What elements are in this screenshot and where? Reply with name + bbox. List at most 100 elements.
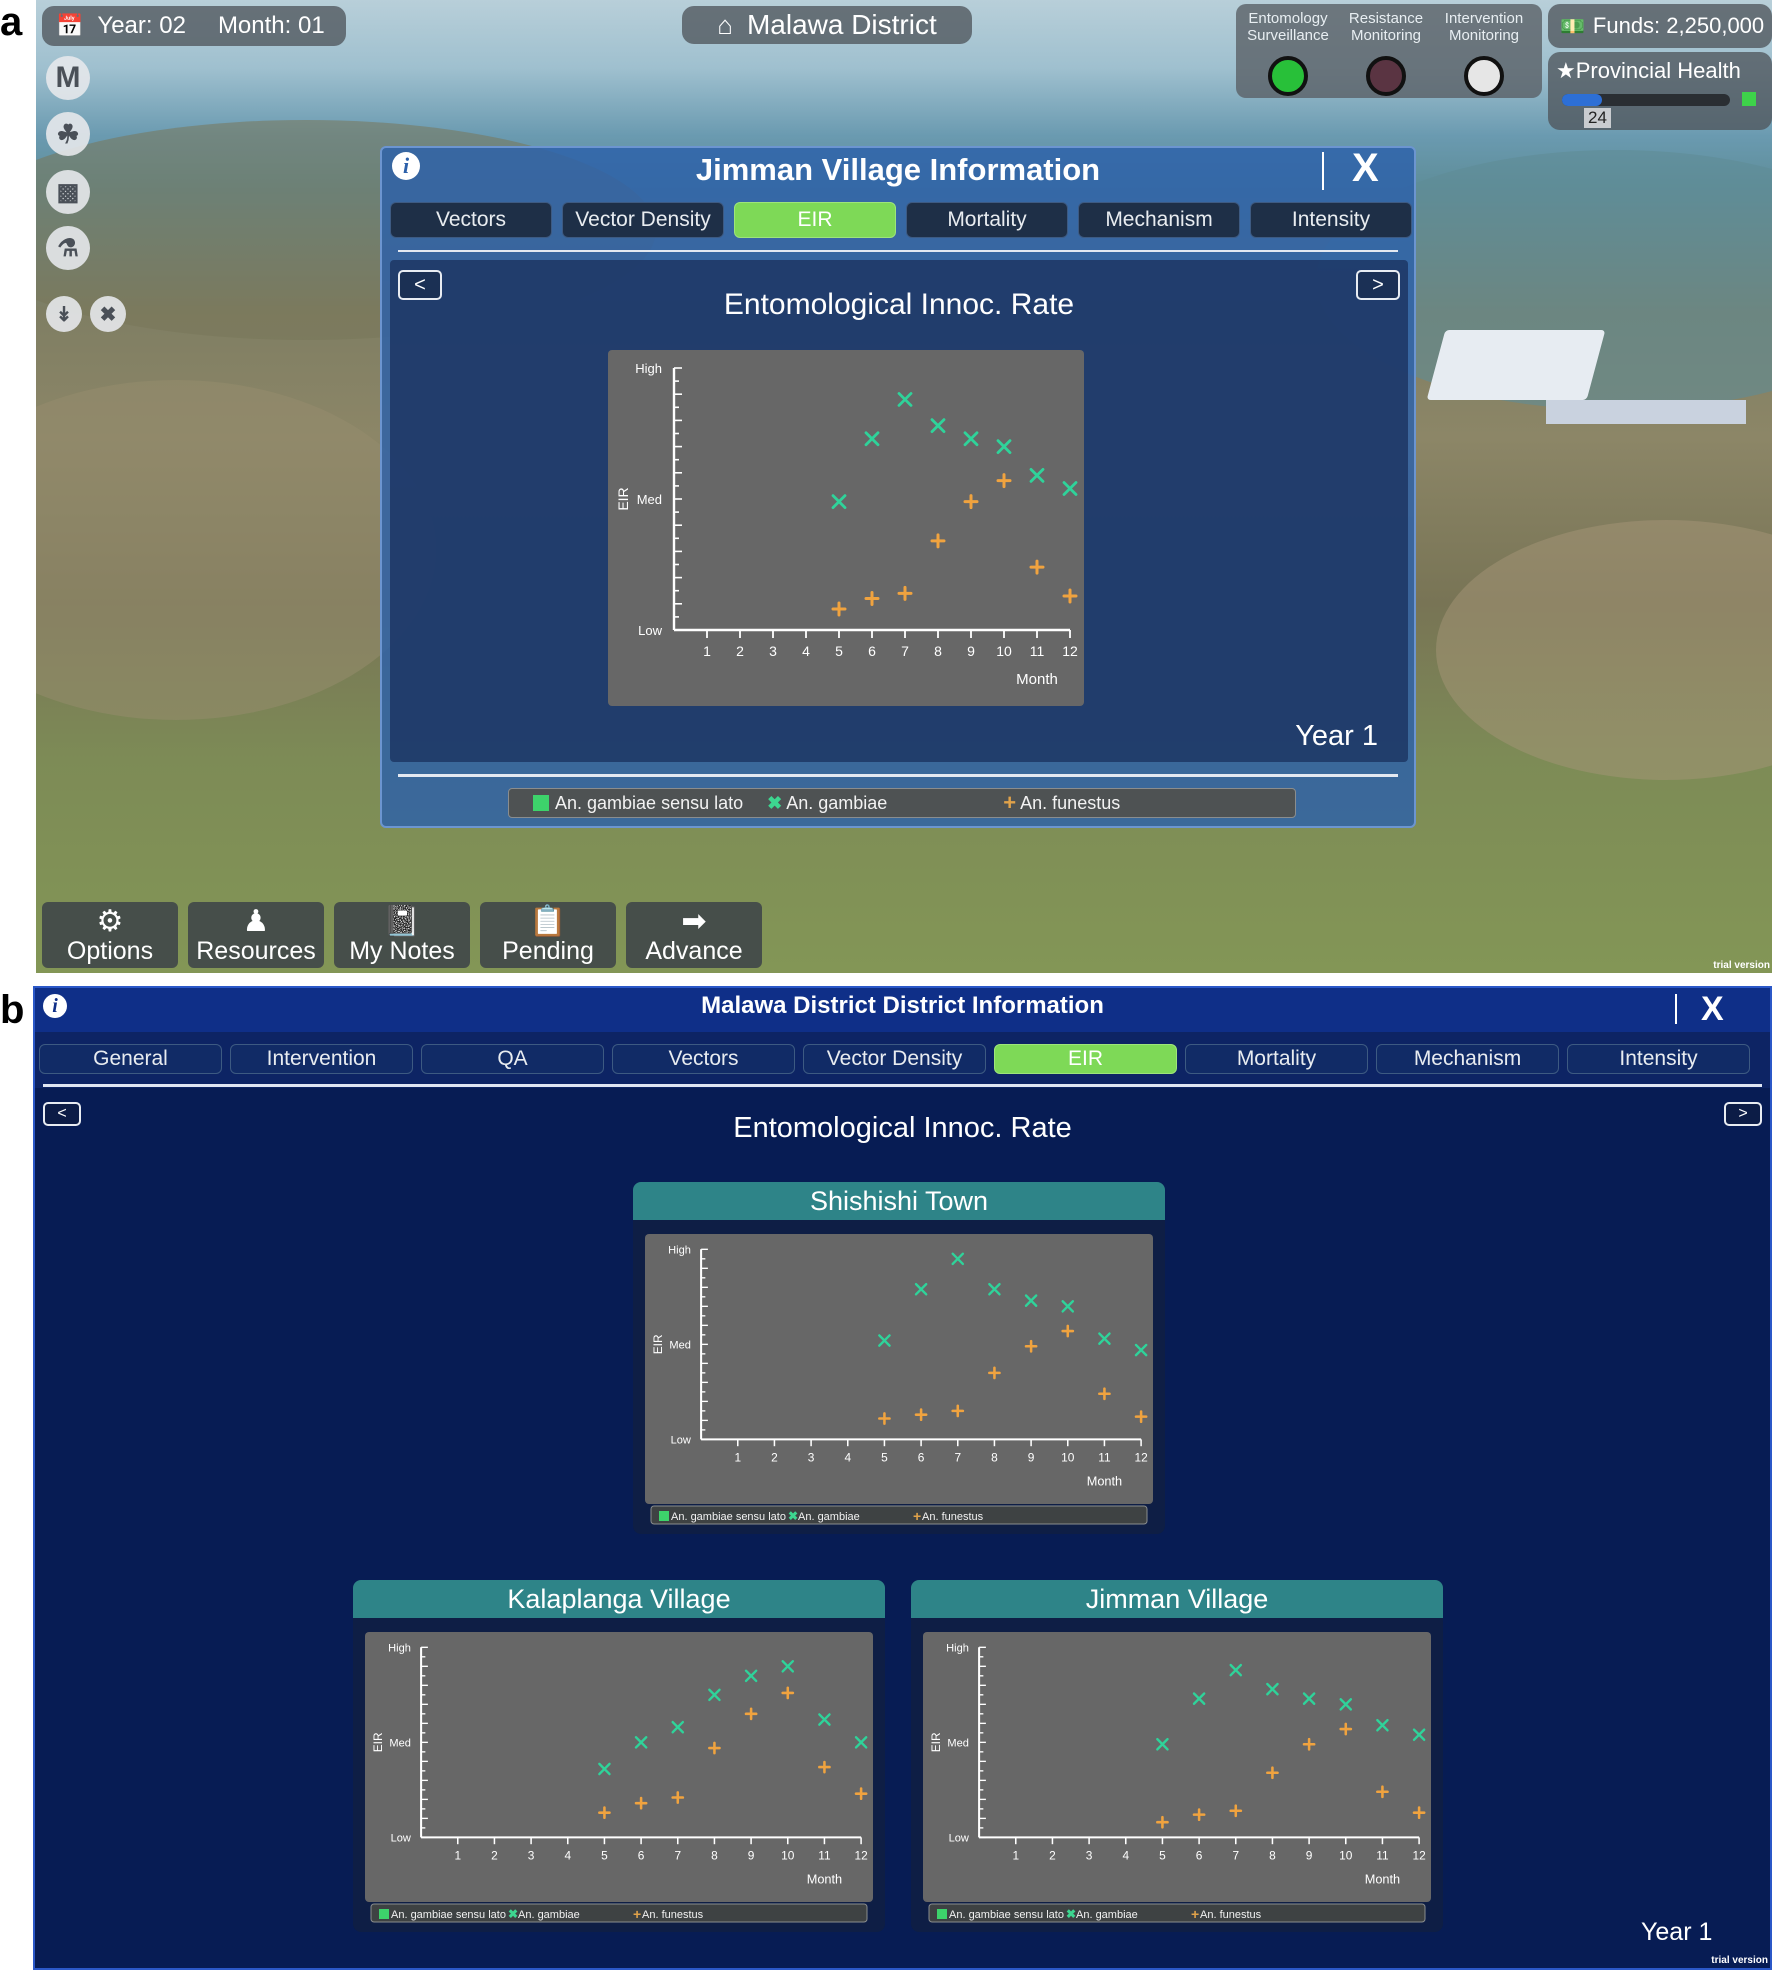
year-text: Year: 02 <box>97 12 186 39</box>
district-button[interactable]: ⌂ Malawa District <box>682 6 972 44</box>
legend-plus-icon: + <box>913 1508 921 1524</box>
title-divider <box>1322 152 1324 190</box>
tab-vectors[interactable]: Vectors <box>612 1044 795 1074</box>
y-axis-label: EIR <box>929 1732 943 1752</box>
x-tick-label: 9 <box>748 1849 755 1863</box>
x-tick-label: 10 <box>781 1849 795 1863</box>
x-tick-label: 1 <box>1012 1849 1019 1863</box>
people-icon: ♟ <box>242 905 270 938</box>
y-axis-label: EIR <box>651 1334 665 1354</box>
arrow-right-icon: ➡ <box>681 905 707 938</box>
tab-mortality[interactable]: Mortality <box>1185 1044 1368 1074</box>
tab-vector-density[interactable]: Vector Density <box>803 1044 986 1074</box>
tab-general[interactable]: General <box>39 1044 222 1074</box>
pending-button[interactable]: 📋 Pending <box>480 902 616 968</box>
x-tick-label: 11 <box>818 1849 831 1863</box>
x-tick-label: 1 <box>734 1451 741 1465</box>
y-tick-label: Low <box>638 623 662 638</box>
options-button[interactable]: ⚙ Options <box>42 902 178 968</box>
tab-bar: General Intervention QA Vectors Vector D… <box>39 1044 1750 1074</box>
tab-eir[interactable]: EIR <box>994 1044 1177 1074</box>
legend-x-icon: ✖ <box>1066 1907 1076 1921</box>
legend-square-icon <box>659 1511 669 1521</box>
monitor-label: Resistance <box>1348 10 1424 27</box>
legend-plus-icon: + <box>633 1906 641 1922</box>
legend-x-icon: ✖ <box>788 1509 798 1523</box>
tab-vectors[interactable]: Vectors <box>390 202 552 238</box>
health-bar-fill <box>1562 94 1603 106</box>
eir-chart: 1 2 3 4 5 6 7 8 9 10 11 12 Low Med High EIR Month An. gam… <box>365 1632 873 1924</box>
chart-background <box>923 1632 1431 1902</box>
money-icon: 💵 <box>1560 15 1585 38</box>
button-label: Advance <box>645 937 743 965</box>
x-tick-label: 7 <box>901 643 909 659</box>
tree-icon[interactable]: ☘ <box>46 112 90 156</box>
legend-item: An. gambiae <box>786 792 888 813</box>
x-tick-label: 8 <box>991 1451 998 1465</box>
legend-item: An. gambiae sensu lato <box>391 1909 506 1921</box>
entomology-surveillance[interactable]: Entomology Surveillance <box>1238 10 1338 96</box>
tab-qa[interactable]: QA <box>421 1044 604 1074</box>
resources-button[interactable]: ♟ Resources <box>188 902 324 968</box>
eir-chart: 1 2 3 4 5 6 7 8 9 10 11 12 Low Med High EIR Month An. gam… <box>923 1632 1431 1924</box>
terrain-town <box>1436 520 1772 780</box>
close-button[interactable]: X <box>1701 990 1724 1029</box>
factory-icon[interactable]: ▩ <box>46 170 90 214</box>
tab-eir[interactable]: EIR <box>734 202 896 238</box>
watermark: trial version <box>1713 960 1770 971</box>
legend: An. gambiae sensu lato ✖ An. gambiae + A… <box>508 788 1296 818</box>
my-notes-button[interactable]: 📓 My Notes <box>334 902 470 968</box>
x-tick-label: 8 <box>1269 1849 1276 1863</box>
subwindow-jimman-village: Jimman Village 1 2 3 4 5 6 7 8 9 10 11 12 Low Med High… <box>911 1580 1443 1932</box>
x-tick-label: 5 <box>601 1849 608 1863</box>
cancel-icon[interactable]: ✖ <box>90 296 126 332</box>
legend-item: An. gambiae sensu lato <box>555 792 744 813</box>
chart-background <box>365 1632 873 1902</box>
divider <box>398 250 1398 252</box>
year-label: Year 1 <box>1641 1918 1713 1946</box>
x-tick-label: 6 <box>868 643 876 659</box>
y-axis-label: EIR <box>615 487 631 510</box>
x-tick-label: 4 <box>844 1451 851 1465</box>
map-m-icon[interactable]: M <box>46 56 90 100</box>
status-dot <box>1366 56 1406 96</box>
resistance-monitoring[interactable]: Resistance Monitoring <box>1336 10 1436 96</box>
health-value: 24 <box>1584 108 1611 128</box>
tab-mechanism[interactable]: Mechanism <box>1078 202 1240 238</box>
y-tick-label: High <box>946 1643 969 1655</box>
x-axis-label: Month <box>1016 671 1058 688</box>
tab-intervention[interactable]: Intervention <box>230 1044 413 1074</box>
close-button[interactable]: X <box>1352 146 1379 191</box>
tab-vector-density[interactable]: Vector Density <box>562 202 724 238</box>
y-tick-label: Med <box>389 1738 411 1750</box>
tab-mortality[interactable]: Mortality <box>906 202 1068 238</box>
intervention-monitoring[interactable]: Intervention Monitoring <box>1434 10 1534 96</box>
flask-icon[interactable]: ⚗ <box>46 226 90 270</box>
x-tick-label: 7 <box>954 1451 961 1465</box>
subwindow-shishishi-town: Shishishi Town 1 2 3 4 5 6 7 8 9 10 11 12 Low Med High… <box>633 1182 1165 1534</box>
x-tick-label: 12 <box>1134 1451 1148 1465</box>
x-tick-label: 5 <box>881 1451 888 1465</box>
tab-intensity[interactable]: Intensity <box>1567 1044 1750 1074</box>
button-label: Pending <box>502 937 594 965</box>
x-tick-label: 10 <box>996 643 1012 659</box>
y-tick-label: High <box>635 361 662 376</box>
y-tick-label: Med <box>669 1340 691 1352</box>
x-tick-label: 12 <box>1412 1849 1426 1863</box>
subwindow-kalaplanga-village: Kalaplanga Village 1 2 3 4 5 6 7 8 9 10 11 12 Low Med… <box>353 1580 885 1932</box>
tab-mechanism[interactable]: Mechanism <box>1376 1044 1559 1074</box>
collapse-icon[interactable]: ↡ <box>46 296 82 332</box>
tab-intensity[interactable]: Intensity <box>1250 202 1412 238</box>
village-info-window: i Jimman Village Information X Vectors V… <box>380 146 1416 828</box>
x-tick-label: 11 <box>1098 1451 1111 1465</box>
provincial-label: Provincial Health <box>1575 58 1741 83</box>
advance-button[interactable]: ➡ Advance <box>626 902 762 968</box>
calendar-icon: 📅 <box>56 13 84 38</box>
legend-item: An. funestus <box>922 1511 984 1523</box>
legend-item: An. gambiae <box>518 1909 580 1921</box>
legend-item: An. funestus <box>1020 792 1121 813</box>
y-tick-label: High <box>668 1245 691 1257</box>
x-tick-label: 7 <box>1232 1849 1239 1863</box>
x-tick-label: 9 <box>967 643 975 659</box>
monitor-label: Monitoring <box>1350 27 1422 44</box>
